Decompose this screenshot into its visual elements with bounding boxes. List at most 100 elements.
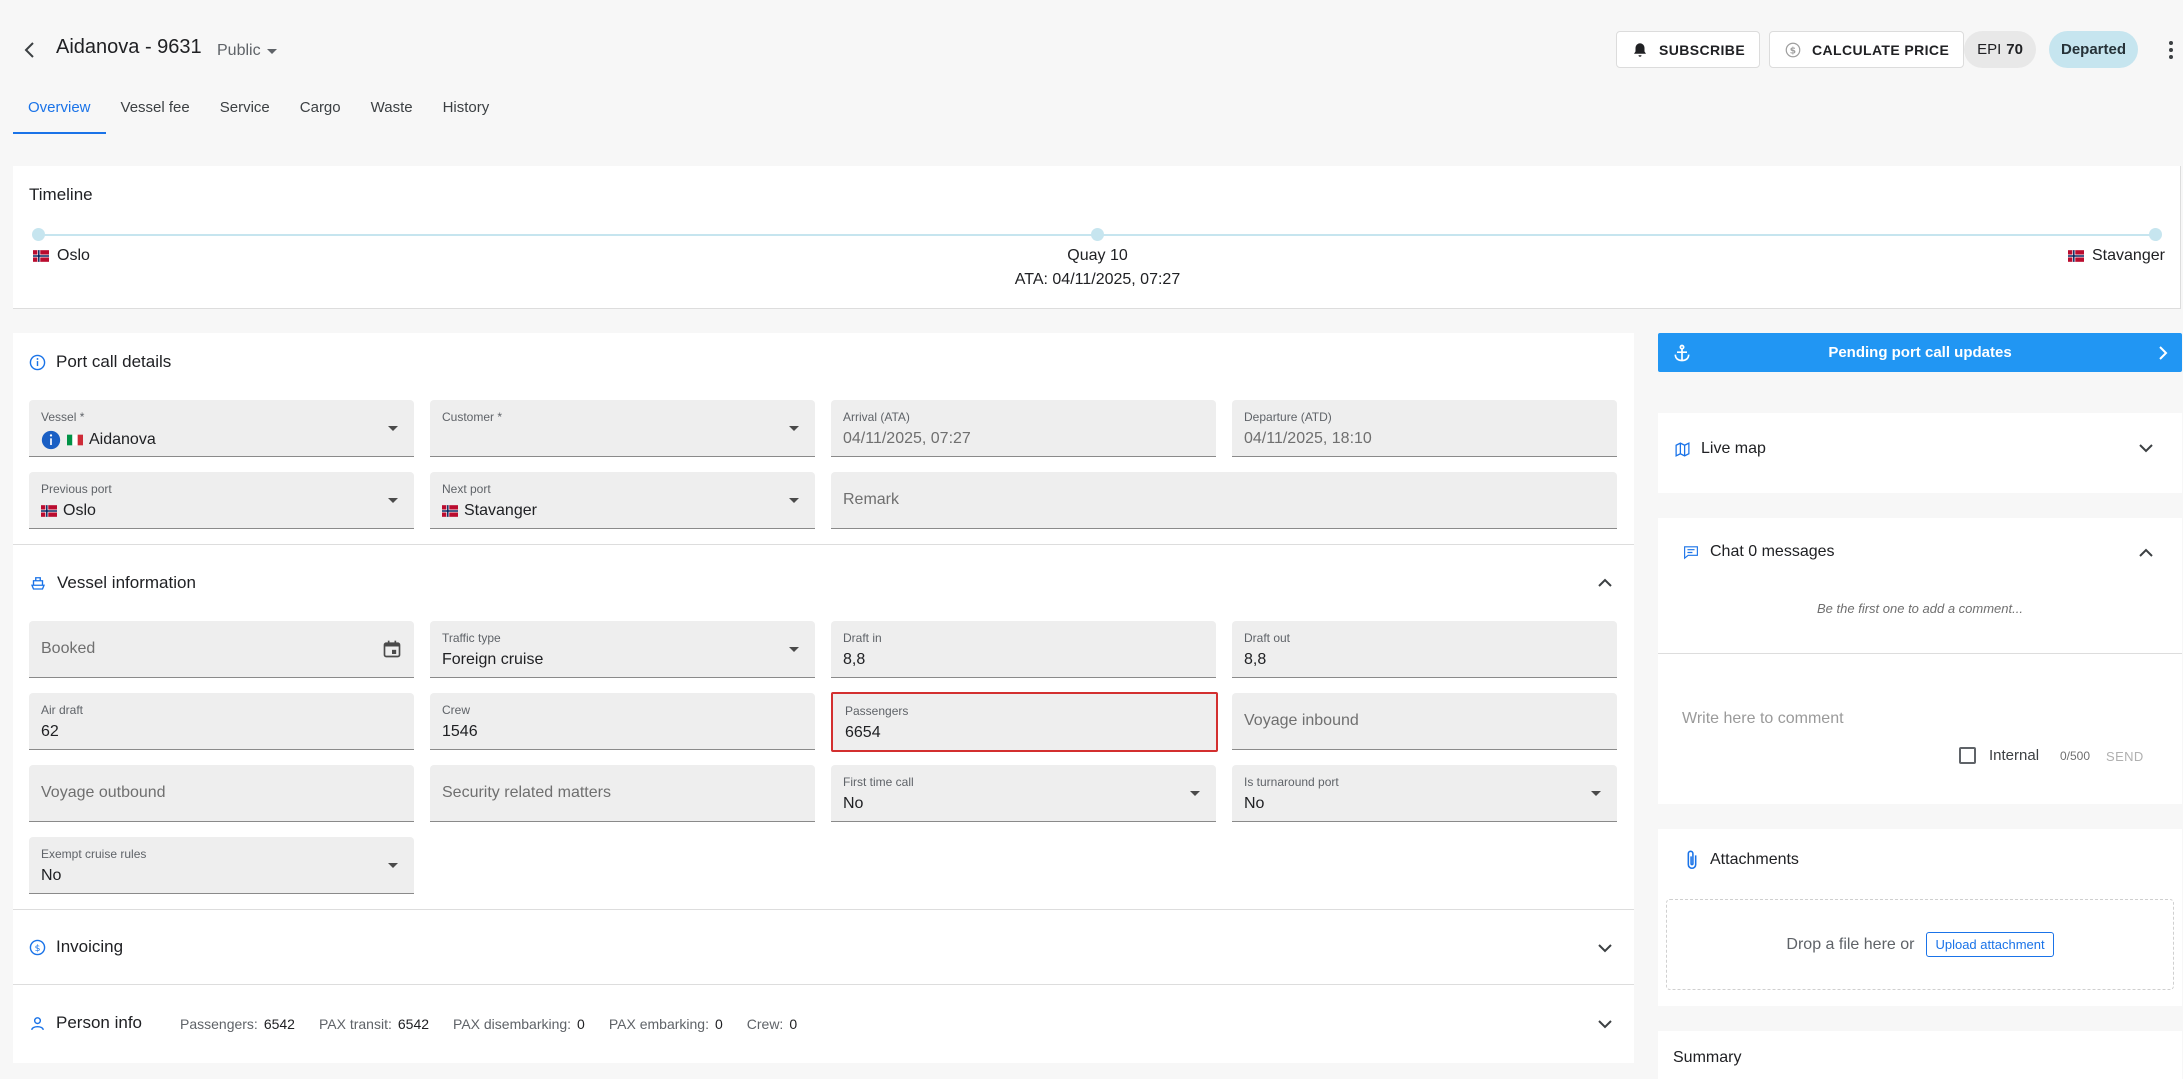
dropdown-arrow-icon	[789, 426, 799, 431]
passengers-input[interactable]: Passengers 6654	[831, 692, 1218, 752]
crew-value: 1546	[442, 723, 478, 740]
voyage-inbound-input[interactable]: Voyage inbound	[1232, 693, 1617, 750]
tab-service[interactable]: Service	[205, 88, 285, 134]
epi-label: EPI	[1977, 41, 2002, 58]
upload-attachment-button[interactable]: Upload attachment	[1926, 932, 2054, 957]
chevron-up-icon[interactable]	[2138, 548, 2154, 558]
tab-overview[interactable]: Overview	[13, 88, 106, 134]
tab-waste[interactable]: Waste	[356, 88, 428, 134]
customer-label: Customer *	[442, 410, 503, 424]
previous-port-label: Previous port	[41, 482, 112, 496]
first-time-call-select[interactable]: First time call No	[831, 765, 1216, 822]
remark-placeholder: Remark	[843, 491, 900, 508]
person-info-summary: Passengers: 6542 PAX transit: 6542 PAX dis…	[180, 1016, 821, 1032]
chat-title: Chat 0 messages	[1710, 543, 1835, 560]
crew-input[interactable]: Crew 1546	[430, 693, 815, 750]
chevron-down-icon[interactable]	[1597, 943, 1613, 953]
live-map-header[interactable]: Live map	[1674, 440, 1766, 458]
pi-embarking-label: PAX embarking:	[608, 1016, 709, 1032]
send-button[interactable]: SEND	[2106, 749, 2144, 764]
pi-passengers-value: 6542	[263, 1016, 295, 1032]
svg-text:$: $	[1790, 46, 1797, 56]
comment-input[interactable]: Write here to comment	[1682, 710, 1844, 728]
draft-in-input[interactable]: Draft in 8,8	[831, 621, 1216, 678]
timeline-ata: ATA: 04/11/2025, 07:27	[1014, 271, 1181, 288]
passengers-value: 6654	[845, 724, 881, 741]
chevron-up-icon[interactable]	[1597, 578, 1613, 588]
chat-empty-text: Be the first one to add a comment...	[1817, 601, 2023, 616]
customer-select[interactable]: Customer *	[430, 400, 815, 457]
chat-header[interactable]: Chat 0 messages	[1682, 543, 1835, 561]
chevron-down-icon[interactable]	[1597, 1019, 1613, 1029]
timeline-start: Oslo	[33, 247, 90, 265]
turnaround-port-select[interactable]: Is turnaround port No	[1232, 765, 1617, 822]
pending-updates-label: Pending port call updates	[1828, 344, 2012, 361]
previous-port-value: Oslo	[41, 502, 96, 520]
vessel-information-header[interactable]: Vessel information	[29, 573, 196, 593]
voyage-outbound-placeholder: Voyage outbound	[41, 784, 166, 801]
back-arrow-icon[interactable]	[18, 38, 42, 62]
booked-date-input[interactable]: Booked	[29, 621, 414, 678]
pending-updates-bar[interactable]: Pending port call updates	[1658, 333, 2182, 372]
previous-port-name: Oslo	[63, 502, 96, 519]
next-port-select[interactable]: Next port Stavanger	[430, 472, 815, 529]
departure-value: 04/11/2025, 18:10	[1244, 430, 1372, 447]
subscribe-label: SUBSCRIBE	[1659, 41, 1746, 58]
norway-flag-icon	[41, 505, 57, 517]
remark-input[interactable]: Remark	[831, 472, 1617, 529]
air-draft-label: Air draft	[41, 703, 84, 717]
dropdown-arrow-icon	[1190, 791, 1200, 796]
calendar-icon[interactable]	[382, 639, 402, 659]
arrival-field: Arrival (ATA) 04/11/2025, 07:27	[831, 400, 1216, 457]
person-icon	[31, 1016, 44, 1030]
norway-flag-icon	[442, 505, 458, 517]
dropdown-arrow-icon	[789, 498, 799, 503]
page-title: Aidanova - 9631	[56, 36, 202, 58]
invoicing-header[interactable]: $ Invoicing	[29, 937, 123, 957]
person-info-header[interactable]: Person info	[29, 1013, 142, 1033]
dropdown-arrow-icon	[388, 498, 398, 503]
draft-out-input[interactable]: Draft out 8,8	[1232, 621, 1617, 678]
traffic-type-label: Traffic type	[442, 631, 501, 645]
voyage-outbound-input[interactable]: Voyage outbound	[29, 765, 414, 822]
norway-flag-icon	[33, 250, 49, 262]
tab-bar: Overview Vessel fee Service Cargo Waste …	[13, 88, 504, 134]
section-divider	[13, 909, 1634, 910]
timeline-dot-start	[32, 228, 45, 241]
first-time-call-label: First time call	[843, 775, 914, 789]
visibility-dropdown[interactable]: Public	[217, 42, 277, 60]
tab-cargo[interactable]: Cargo	[285, 88, 356, 134]
timeline-start-label: Oslo	[57, 247, 90, 264]
tab-vessel-fee[interactable]: Vessel fee	[106, 88, 205, 134]
calculate-price-button[interactable]: $ CALCULATE PRICE	[1769, 31, 1965, 68]
chevron-down-icon[interactable]	[2138, 443, 2154, 453]
timeline-dot-end	[2149, 228, 2162, 241]
previous-port-select[interactable]: Previous port Oslo	[29, 472, 414, 529]
file-dropzone[interactable]: Drop a file here or Upload attachment	[1666, 899, 2174, 990]
dropdown-arrow-icon	[388, 426, 398, 431]
chevron-right-icon	[2159, 346, 2168, 360]
dollar-circle-icon: $	[29, 939, 46, 955]
traffic-type-value: Foreign cruise	[442, 651, 544, 668]
more-vert-icon[interactable]	[2164, 38, 2178, 62]
exempt-cruise-rules-select[interactable]: Exempt cruise rules No	[29, 837, 414, 894]
security-matters-input[interactable]: Security related matters	[430, 765, 815, 822]
calculate-price-label: CALCULATE PRICE	[1812, 41, 1950, 58]
exempt-cruise-rules-label: Exempt cruise rules	[41, 847, 147, 861]
internal-checkbox[interactable]	[1959, 747, 1976, 764]
security-matters-placeholder: Security related matters	[442, 784, 611, 801]
traffic-type-select[interactable]: Traffic type Foreign cruise	[430, 621, 815, 678]
tab-history[interactable]: History	[428, 88, 505, 134]
exempt-cruise-rules-value: No	[41, 867, 62, 884]
turnaround-port-label: Is turnaround port	[1244, 775, 1339, 789]
live-map-title: Live map	[1701, 440, 1766, 457]
epi-value: 70	[2006, 41, 2023, 58]
vessel-select[interactable]: Vessel * Aidanova	[29, 400, 414, 457]
comment-counter: 0/500	[2060, 749, 2091, 763]
pi-transit-label: PAX transit:	[318, 1016, 392, 1032]
subscribe-button[interactable]: SUBSCRIBE	[1616, 31, 1761, 68]
info-filled-icon[interactable]	[41, 430, 61, 450]
air-draft-input[interactable]: Air draft 62	[29, 693, 414, 750]
pi-transit-value: 6542	[397, 1016, 430, 1032]
caret-down-icon	[266, 48, 277, 54]
